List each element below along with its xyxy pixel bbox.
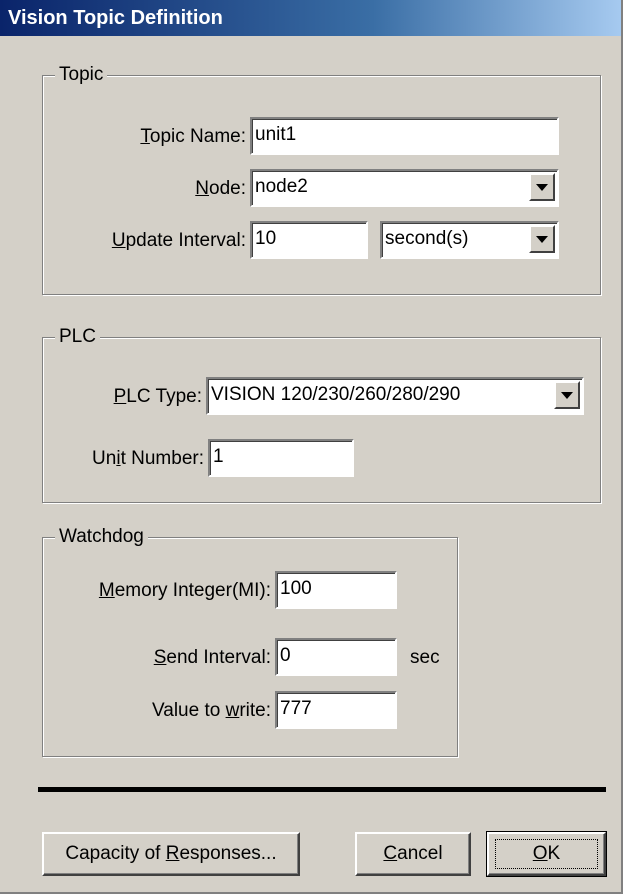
chevron-down-icon [561, 392, 573, 399]
chevron-down-icon [536, 184, 548, 191]
unit-number-label: Unit Number: [92, 448, 204, 469]
topic-name-label: Topic Name: [140, 126, 246, 147]
chevron-down-icon [536, 236, 548, 243]
plc-type-select[interactable]: VISION 120/230/260/280/290 [206, 377, 584, 415]
send-interval-label: Send Interval: [153, 647, 271, 668]
unit-dropdown-button[interactable] [529, 225, 555, 253]
focus-rect [495, 839, 598, 869]
node-select-value: node2 [255, 176, 308, 197]
memory-integer-label: Memory Integer(MI): [98, 580, 271, 601]
node-select[interactable]: node2 [250, 169, 559, 207]
plc-type-value: VISION 120/230/260/280/290 [211, 384, 461, 405]
plc-legend: PLC [55, 326, 100, 348]
plc-type-dropdown-button[interactable] [554, 381, 580, 409]
update-interval-input[interactable]: 10 [250, 221, 368, 259]
separator-line [38, 787, 606, 792]
window-title: Vision Topic Definition [8, 7, 223, 29]
topic-legend: Topic [55, 64, 108, 86]
unit-number-input[interactable]: 1 [208, 439, 354, 477]
title-bar[interactable]: Vision Topic Definition [0, 0, 621, 36]
value-to-write-input[interactable]: 777 [275, 691, 397, 729]
send-interval-unit: sec [410, 647, 440, 668]
watchdog-legend: Watchdog [55, 526, 148, 548]
send-interval-input[interactable]: 0 [275, 638, 397, 676]
dialog-window: Vision Topic Definition Topic Topic Name… [0, 0, 623, 894]
node-dropdown-button[interactable] [529, 173, 555, 201]
memory-integer-input[interactable]: 100 [275, 571, 397, 609]
plc-type-label: PLC Type: [113, 386, 202, 407]
value-to-write-label: Value to write: [151, 700, 271, 721]
topic-name-input[interactable]: unit1 [250, 117, 559, 155]
update-interval-unit-value: second(s) [385, 228, 469, 249]
cancel-button[interactable]: Cancel [355, 832, 471, 876]
plc-group: PLC [42, 326, 601, 503]
ok-button[interactable]: OK [486, 831, 607, 877]
node-label: Node: [195, 178, 246, 199]
update-interval-label: Update Interval: [111, 230, 246, 251]
update-interval-unit-select[interactable]: second(s) [380, 221, 559, 259]
capacity-of-responses-button[interactable]: Capacity of Responses... [42, 832, 300, 876]
